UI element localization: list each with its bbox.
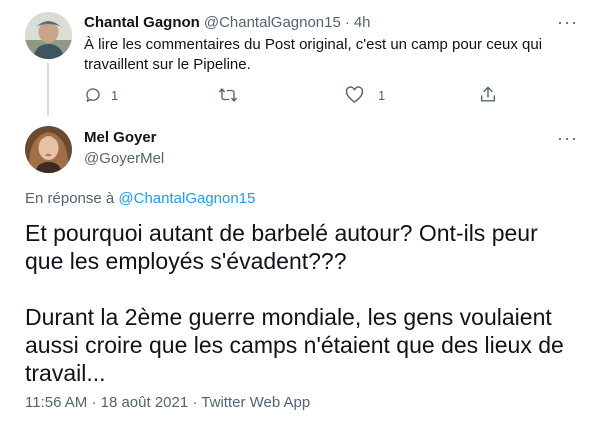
parent-header: Chantal Gagnon @ChantalGagnon15 · 4h bbox=[84, 12, 371, 32]
reply-context: En réponse à @ChantalGagnon15 bbox=[25, 190, 255, 207]
parent-share-button[interactable] bbox=[479, 85, 497, 104]
parent-text-line: travaillent sur le Pipeline. bbox=[84, 56, 251, 73]
parent-reply-button[interactable]: 1 bbox=[84, 86, 118, 104]
reply-prefix: En réponse à bbox=[25, 190, 115, 207]
share-icon bbox=[479, 85, 497, 104]
retweet-icon bbox=[218, 86, 238, 104]
main-author-handle[interactable]: @GoyerMel bbox=[84, 150, 164, 167]
main-text-line: que les employés s'évadent??? bbox=[25, 248, 347, 274]
main-avatar[interactable] bbox=[25, 126, 72, 173]
main-tweet-text: Et pourquoi autant de barbelé autour? On… bbox=[25, 219, 585, 387]
parent-like-button[interactable]: 1 bbox=[345, 86, 385, 104]
thread-line bbox=[47, 63, 49, 115]
tweet-source[interactable]: Twitter Web App bbox=[201, 394, 310, 411]
parent-author-handle[interactable]: @ChantalGagnon15 bbox=[204, 14, 341, 31]
main-text-line: travail... bbox=[25, 360, 106, 386]
parent-text-line: À lire les commentaires du Post original… bbox=[84, 36, 543, 53]
main-avatar-image bbox=[25, 126, 72, 173]
meta-separator: · bbox=[91, 394, 97, 411]
parent-avatar-image bbox=[25, 12, 72, 59]
main-text-line: Durant la 2ème guerre mondiale, les gens… bbox=[25, 304, 552, 330]
heart-icon bbox=[345, 86, 364, 104]
parent-avatar[interactable] bbox=[25, 12, 72, 59]
parent-like-count: 1 bbox=[378, 87, 386, 103]
parent-author-name[interactable]: Chantal Gagnon bbox=[84, 14, 200, 31]
main-author-name[interactable]: Mel Goyer bbox=[84, 129, 157, 146]
main-text-line: Et pourquoi autant de barbelé autour? On… bbox=[25, 220, 538, 246]
parent-retweet-button[interactable] bbox=[218, 86, 238, 104]
main-more-icon[interactable]: ··· bbox=[557, 129, 578, 147]
tweet-metadata: 11:56 AM · 18 août 2021 · Twitter Web Ap… bbox=[25, 394, 310, 411]
reply-to-link[interactable]: @ChantalGagnon15 bbox=[118, 190, 255, 207]
parent-separator: · bbox=[344, 13, 350, 31]
parent-tweet-text: À lire les commentaires du Post original… bbox=[84, 35, 584, 75]
parent-more-icon[interactable]: ··· bbox=[557, 13, 578, 31]
parent-reply-count: 1 bbox=[111, 87, 119, 103]
meta-separator: · bbox=[192, 394, 198, 411]
tweet-time[interactable]: 11:56 AM bbox=[25, 394, 87, 411]
parent-time[interactable]: 4h bbox=[354, 14, 371, 31]
main-text-line: aussi croire que les camps n'étaient que… bbox=[25, 332, 564, 358]
tweet-date[interactable]: 18 août 2021 bbox=[101, 394, 189, 411]
reply-icon bbox=[84, 86, 102, 104]
